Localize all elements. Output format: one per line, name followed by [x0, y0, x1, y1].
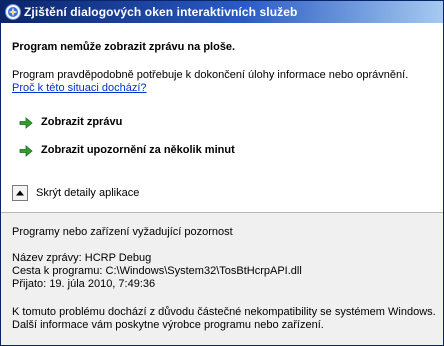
title-bar[interactable]: Zjištění dialogových oken interaktivních… — [1, 1, 443, 23]
hide-details-label: Skrýt detaily aplikace — [36, 187, 140, 199]
green-arrow-icon — [19, 117, 33, 129]
remind-later-label: Zobrazit upozornění za několik minut — [41, 144, 235, 156]
collapse-up-arrow-icon — [16, 190, 24, 196]
received-value: 19. júla 2010, 7:49:36 — [49, 278, 156, 290]
dialog-window: Zjištění dialogových oken interaktivních… — [0, 0, 444, 346]
service-detection-icon — [5, 4, 21, 20]
view-message-label: Zobrazit zprávu — [41, 116, 123, 128]
message-name-label: Název zprávy: — [12, 252, 82, 264]
why-link[interactable]: Proč k této situaci dochází? — [12, 82, 147, 94]
message-name-value: HCRP Debug — [84, 252, 152, 264]
message-name-row: Název zprávy: HCRP Debug — [12, 252, 151, 264]
program-path-label: Cesta k programu: — [12, 265, 103, 277]
manufacturer-note: Další informace vám poskytne výrobce pro… — [12, 319, 324, 331]
window-title: Zjištění dialogových oken interaktivních… — [24, 5, 298, 19]
collapse-button[interactable] — [12, 185, 28, 201]
compatibility-note: K tomuto problému dochází z důvodu částe… — [12, 306, 436, 318]
details-heading: Programy nebo zařízení vyžadující pozorn… — [12, 226, 233, 238]
details-panel: Programy nebo zařízení vyžadující pozorn… — [1, 213, 443, 345]
received-label: Přijato: — [12, 278, 47, 290]
green-arrow-icon — [19, 145, 33, 157]
message-headline: Program nemůže zobrazit zprávu na ploše. — [12, 41, 236, 53]
received-row: Přijato: 19. júla 2010, 7:49:36 — [12, 278, 155, 290]
program-path-row: Cesta k programu: C:\Windows\System32\To… — [12, 265, 302, 277]
program-path-value: C:\Windows\System32\TosBtHcrpAPI.dll — [105, 265, 302, 277]
message-description: Program pravděpodobně potřebuje k dokonč… — [12, 69, 409, 81]
